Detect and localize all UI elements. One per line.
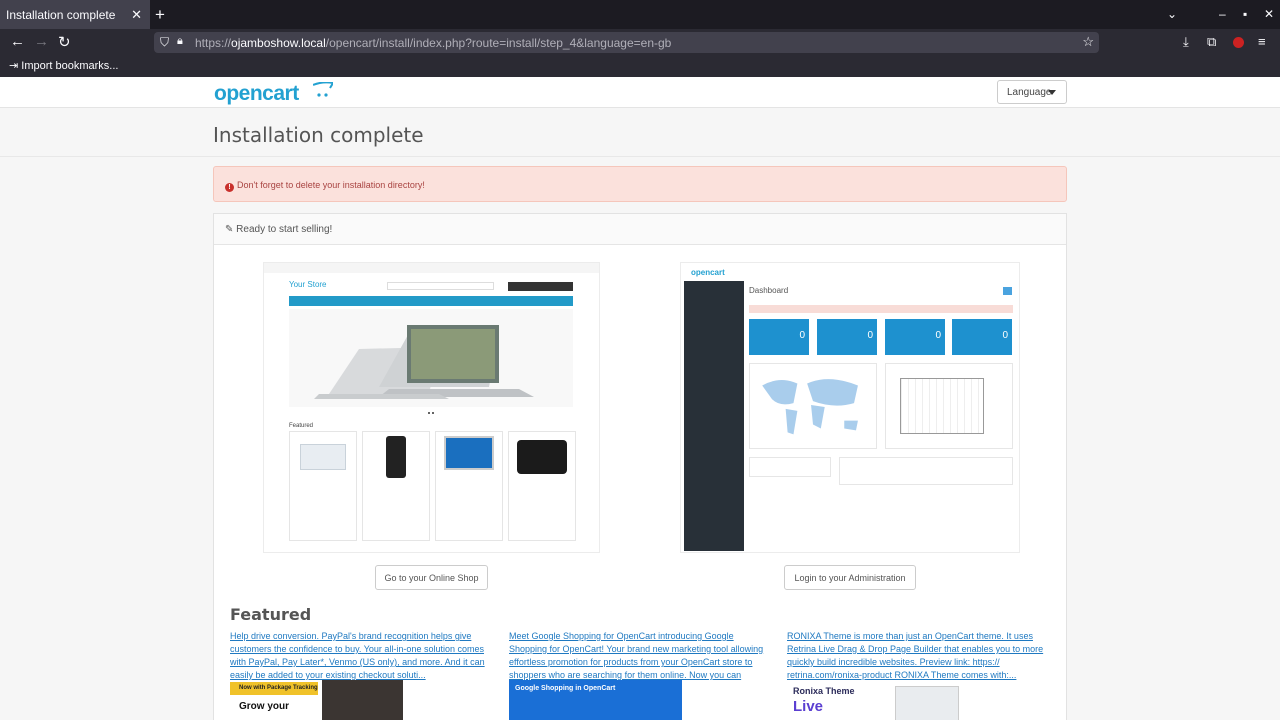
url-path: /opencart/install/index.php?route=instal…: [325, 36, 672, 50]
tab-list-icon[interactable]: ⌄: [1167, 7, 1177, 21]
nav-toolbar: ← → ↻ ⛉ 🔒︎ https://ojamboshow.local/open…: [0, 29, 1280, 56]
paypal-banner-photo: [322, 680, 403, 720]
store-product-card: [435, 431, 503, 541]
store-brand: Your Store: [289, 280, 327, 289]
alert-warning: ! Don't forget to delete your installatio…: [213, 166, 1067, 202]
ronixa-banner-live: Live: [793, 698, 824, 715]
store-product-card: [289, 431, 357, 541]
admin-warning: [749, 305, 1013, 313]
store-topbar: [264, 263, 599, 273]
camera-image: [517, 440, 567, 474]
laptop-image: [300, 444, 346, 470]
admin-tile: 0: [749, 319, 809, 355]
tab-title: Installation complete: [6, 7, 116, 22]
pencil-icon: ✎: [225, 224, 234, 235]
monitor-image: [444, 436, 494, 470]
install-panel: ✎ Ready to start selling! Your Store Fea…: [213, 213, 1067, 720]
paypal-banner-tag: Now with Package Tracking: [230, 682, 318, 695]
maximize-icon[interactable]: ▪: [1243, 7, 1247, 21]
url-host: ojamboshow.local: [231, 36, 326, 50]
forward-icon[interactable]: →: [34, 33, 49, 50]
admin-login-button[interactable]: Login to your Administration: [784, 565, 916, 590]
store-hero-laptops: [289, 309, 573, 407]
paypal-banner-image[interactable]: Now with Package Tracking Grow your: [230, 680, 403, 720]
url-prefix: https://: [195, 36, 232, 50]
store-product-card: [508, 431, 576, 541]
tab-close-icon[interactable]: ✕: [131, 7, 142, 23]
online-shop-button[interactable]: Go to your Online Shop: [375, 565, 488, 590]
bookmark-star-icon[interactable]: ☆: [1082, 34, 1094, 50]
site-header: opencart Language: [0, 77, 1280, 108]
cart-logo-icon: [313, 82, 333, 97]
featured-link-ronixa[interactable]: RONIXA Theme is more than just an OpenCa…: [787, 630, 1049, 682]
page-title: Installation complete: [213, 123, 424, 147]
tab-bar: Installation complete ✕ + ⌄ – ▪ ✕: [0, 0, 1280, 29]
lock-icon[interactable]: 🔒︎: [177, 35, 183, 48]
ronixa-banner-title: Ronixa Theme: [793, 686, 855, 696]
admin-brand: opencart: [691, 268, 725, 277]
caret-down-icon: [1048, 90, 1056, 95]
world-map-graphic: [762, 379, 858, 435]
title-band: Installation complete: [0, 109, 1280, 157]
admin-tile: 0: [885, 319, 945, 355]
url-bar[interactable]: ⛉ 🔒︎ https://ojamboshow.local/opencart/i…: [154, 32, 1099, 53]
panel-heading-text: Ready to start selling!: [236, 224, 333, 235]
shield-icon[interactable]: ⛉: [160, 35, 169, 50]
close-window-icon[interactable]: ✕: [1264, 7, 1274, 21]
featured-title: Featured: [230, 605, 312, 624]
admin-world-map: [749, 363, 877, 449]
featured-item: RONIXA Theme is more than just an OpenCa…: [787, 630, 1049, 682]
page-content: opencart Language Installation complete …: [0, 77, 1280, 720]
paypal-banner-headline: Grow your: [239, 701, 290, 712]
featured-item: Help drive conversion. PayPal's brand re…: [230, 630, 492, 682]
admin-tile: 0: [817, 319, 877, 355]
ublock-icon[interactable]: [1233, 37, 1244, 48]
ronixa-banner-image[interactable]: Ronixa Theme Live: [787, 680, 961, 720]
featured-link-paypal[interactable]: Help drive conversion. PayPal's brand re…: [230, 630, 492, 682]
exclamation-icon: !: [225, 183, 234, 192]
panel-heading: ✎ Ready to start selling!: [214, 214, 1066, 245]
tab-active[interactable]: Installation complete ✕: [0, 0, 150, 29]
url-text[interactable]: https://ojamboshow.local/opencart/instal…: [195, 36, 671, 50]
admin-sidebar: [684, 281, 744, 551]
google-shopping-banner-image[interactable]: Google Shopping in OpenCart: [509, 680, 682, 720]
google-banner-headline: Google Shopping in OpenCart: [515, 685, 616, 692]
store-cart: [508, 282, 573, 291]
phone-image: [386, 436, 406, 478]
carousel-dot[interactable]: [432, 412, 434, 414]
import-bookmarks-link[interactable]: ⇥ Import bookmarks...: [9, 59, 118, 72]
opencart-logo[interactable]: opencart: [214, 82, 299, 106]
alert-text: Don't forget to delete your installation…: [237, 180, 425, 190]
menu-icon[interactable]: ≡: [1258, 34, 1266, 49]
extensions-icon[interactable]: ⧉: [1207, 34, 1216, 50]
import-bookmarks-label: Import bookmarks...: [21, 60, 119, 72]
language-dropdown[interactable]: Language: [997, 80, 1067, 104]
minimize-icon[interactable]: –: [1219, 7, 1226, 21]
language-label: Language: [1007, 87, 1052, 98]
back-icon[interactable]: ←: [10, 33, 25, 50]
admin-recent-activity: [749, 457, 831, 477]
admin-sales-chart: [885, 363, 1013, 449]
new-tab-button[interactable]: +: [155, 5, 165, 25]
store-menu: [289, 296, 573, 306]
store-preview-image[interactable]: Your Store Featured: [263, 262, 600, 553]
store-search: [387, 282, 494, 290]
admin-preview-image[interactable]: opencart Dashboard 0 0 0 0: [680, 262, 1020, 553]
store-product-card: [362, 431, 430, 541]
admin-tile: 0: [952, 319, 1012, 355]
admin-settings-button: [1003, 287, 1012, 295]
admin-latest-orders: [839, 457, 1013, 485]
store-featured-label: Featured: [289, 423, 314, 429]
ronixa-banner-screens: [895, 686, 959, 720]
reload-icon[interactable]: ↻: [58, 33, 71, 51]
sales-chart-grid: [900, 378, 984, 434]
bookmarks-bar: ⇥ Import bookmarks...: [0, 56, 1280, 77]
admin-title: Dashboard: [749, 286, 789, 295]
downloads-icon[interactable]: ⤓: [1183, 34, 1189, 50]
carousel-dot[interactable]: [428, 412, 430, 414]
